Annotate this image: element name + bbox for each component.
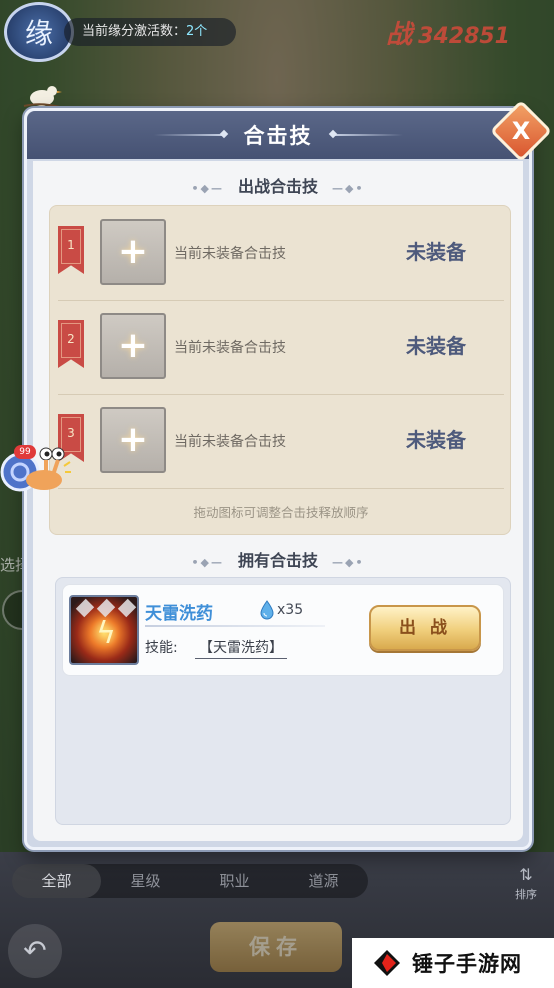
slot-number-ribbon: 2	[58, 320, 84, 368]
modal-title: 合击技	[243, 124, 313, 148]
modal-body: •◆— 出战合击技 —◆• 1 + 当前未装备合击技 未装备 2 + 当前未装备合击…	[33, 161, 523, 841]
skill-value-link[interactable]: 【天雷洗药】	[195, 637, 287, 659]
hammer-logo-icon	[374, 950, 400, 976]
modal-header: 合击技	[27, 111, 529, 159]
slot-status: 未装备	[406, 334, 466, 358]
owned-section-title: 拥有合击技	[237, 551, 318, 570]
bird-icon	[23, 86, 62, 108]
plus-icon: +	[117, 325, 149, 366]
gem-icon	[75, 598, 95, 618]
gem-icon	[96, 598, 116, 618]
sort-label: 排序	[515, 888, 537, 901]
owned-section-header: •◆— 拥有合击技 —◆•	[33, 547, 523, 571]
combat-power-char: 战	[386, 20, 413, 50]
equip-slot-2[interactable]: 2 + 当前未装备合击技 未装备	[50, 300, 512, 394]
site-watermark: 锤子手游网	[352, 938, 554, 988]
slot-empty-text: 当前未装备合击技	[174, 246, 286, 262]
fate-count-value: 2个	[186, 24, 208, 39]
plus-icon: +	[117, 231, 149, 272]
add-skill-slot-button[interactable]: +	[100, 219, 166, 285]
snail-mascot-icon[interactable]	[0, 440, 72, 496]
combo-skill-modal: 合击技 X •◆— 出战合击技 —◆• 1 + 当前未装备合击技 未装备 2 + 当…	[24, 99, 553, 850]
sort-arrows-icon: ⇅	[519, 865, 533, 884]
filter-tab-all[interactable]: 全部	[12, 864, 101, 898]
slot-empty-text: 当前未装备合击技	[174, 340, 286, 356]
thunder-potion-skill-icon[interactable]: ϟ	[69, 595, 139, 665]
section-ornament-right: —◆•	[332, 556, 365, 569]
slot-status: 未装备	[406, 240, 466, 264]
combat-power-value: 342851	[418, 24, 510, 49]
filter-tabs: 全部 星级 职业 道源	[12, 864, 368, 898]
title-ornament-left	[153, 134, 224, 136]
save-button[interactable]: 保存	[210, 922, 342, 972]
section-ornament-right: —◆•	[332, 182, 365, 195]
equipped-section-title: 出战合击技	[237, 177, 318, 196]
filter-tab-class[interactable]: 职业	[190, 864, 279, 898]
skill-divider-line	[145, 625, 325, 627]
equip-slot-3[interactable]: 3 + 当前未装备合击技 未装备	[50, 394, 512, 488]
section-ornament-left: •◆—	[191, 182, 224, 195]
owned-skills-panel: ϟ 天雷洗药 x35 技能: 【天雷洗药】 出 战	[55, 577, 511, 825]
gem-icon	[117, 598, 137, 618]
slot-status: 未装备	[406, 428, 466, 452]
skill-name: 天雷洗药	[145, 604, 213, 624]
deploy-button[interactable]: 出 战	[369, 605, 481, 651]
fate-badge-char: 缘	[24, 17, 53, 50]
slot-empty-text: 当前未装备合击技	[174, 434, 286, 450]
fate-count-bar: 当前缘分激活数：2个	[64, 18, 236, 46]
equipped-slots-panel: 1 + 当前未装备合击技 未装备 2 + 当前未装备合击技 未装备 3 + 当前…	[49, 205, 511, 535]
title-ornament-right	[332, 134, 403, 136]
add-skill-slot-button[interactable]: +	[100, 313, 166, 379]
owned-skill-card: ϟ 天雷洗药 x35 技能: 【天雷洗药】 出 战	[62, 584, 504, 676]
skill-count-group: x35	[259, 599, 303, 621]
snail-count-badge: 99	[14, 445, 36, 459]
equipped-section-header: •◆— 出战合击技 —◆•	[33, 173, 523, 197]
fate-count-label: 当前缘分激活数：	[82, 24, 187, 39]
slot-number-ribbon: 1	[58, 226, 84, 274]
filter-tab-star[interactable]: 星级	[101, 864, 190, 898]
close-icon: X	[511, 117, 531, 145]
lightning-icon: ϟ	[96, 616, 116, 651]
back-button[interactable]: ↶	[8, 924, 62, 978]
combat-power: 战 342851	[386, 14, 510, 51]
add-skill-slot-button[interactable]: +	[100, 407, 166, 473]
skill-label: 技能:	[145, 640, 178, 656]
filter-tab-daoyuan[interactable]: 道源	[279, 864, 368, 898]
equip-slot-1[interactable]: 1 + 当前未装备合击技 未装备	[50, 206, 512, 300]
back-arrow-icon: ↶	[23, 934, 47, 967]
drag-hint: 拖动图标可调整合击技释放顺序	[193, 505, 369, 520]
slot-divider	[58, 488, 504, 489]
sort-button[interactable]: ⇅ 排序	[506, 864, 546, 904]
skill-count: x35	[277, 602, 304, 618]
water-drop-icon	[260, 600, 274, 620]
plus-icon: +	[117, 419, 149, 460]
section-ornament-left: •◆—	[191, 556, 224, 569]
watermark-text: 锤子手游网	[412, 952, 522, 976]
